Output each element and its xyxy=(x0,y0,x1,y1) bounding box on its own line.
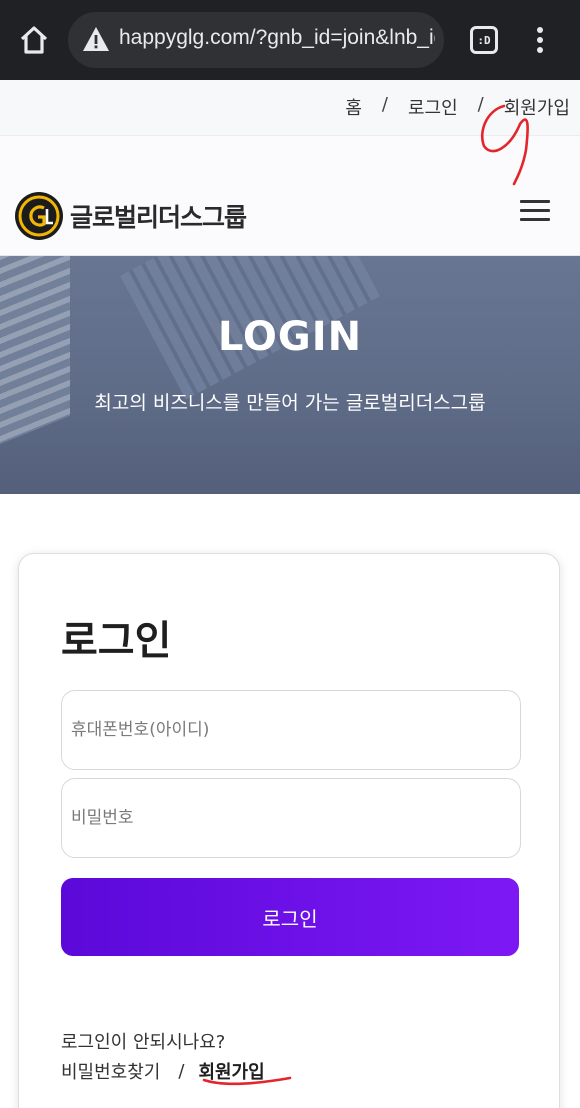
hero-title: LOGIN xyxy=(217,314,363,360)
logo-text[interactable]: 글로벌리더스그룹 xyxy=(70,198,247,234)
address-url[interactable]: happyglg.com/?gnb_id=join&lnb_id xyxy=(119,26,435,50)
warning-icon[interactable] xyxy=(82,26,110,52)
breadcrumb: 홈 / 로그인 / 회원가입 xyxy=(0,80,580,136)
more-vert-icon[interactable] xyxy=(532,26,548,54)
logo-mark-icon[interactable] xyxy=(14,191,64,241)
login-heading: 로그인 xyxy=(61,618,172,664)
tab-switcher-icon[interactable]: :D xyxy=(470,26,498,54)
account-links: 비밀번호찾기 / 회원가입 xyxy=(61,1058,265,1084)
find-password-link[interactable]: 비밀번호찾기 xyxy=(61,1058,160,1084)
password-field[interactable] xyxy=(61,778,521,858)
phone-field[interactable] xyxy=(61,690,521,770)
login-help-text: 로그인이 안되시나요? xyxy=(61,1032,226,1053)
link-separator: / xyxy=(178,1060,185,1082)
home-icon[interactable] xyxy=(18,24,50,56)
breadcrumb-separator: / xyxy=(381,94,388,115)
breadcrumb-login[interactable]: 로그인 xyxy=(408,94,458,120)
login-card: 로그인 로그인 로그인이 안되시나요? 비밀번호찾기 / 회원가입 xyxy=(18,553,560,1108)
join-link[interactable]: 회원가입 xyxy=(198,1058,264,1084)
breadcrumb-join[interactable]: 회원가입 xyxy=(504,94,570,120)
password-input[interactable] xyxy=(62,779,520,857)
hamburger-menu-icon[interactable] xyxy=(520,200,550,224)
hero-banner: LOGIN 최고의 비즈니스를 만들어 가는 글로벌리더스그룹 xyxy=(0,256,580,494)
phone-input[interactable] xyxy=(62,691,520,769)
site-header: 글로벌리더스그룹 xyxy=(0,136,580,256)
hero-subtitle: 최고의 비즈니스를 만들어 가는 글로벌리더스그룹 xyxy=(94,392,486,414)
breadcrumb-separator: / xyxy=(477,94,484,115)
breadcrumb-home[interactable]: 홈 xyxy=(345,94,362,120)
login-button[interactable]: 로그인 xyxy=(61,878,519,956)
browser-toolbar: happyglg.com/?gnb_id=join&lnb_id :D xyxy=(0,0,580,80)
